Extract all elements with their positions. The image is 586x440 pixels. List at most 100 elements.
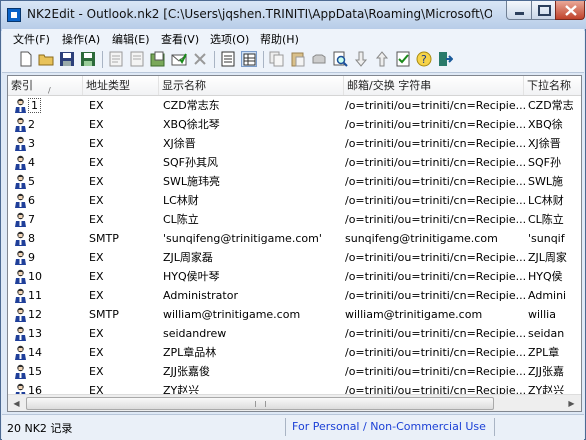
column-header-dropdown[interactable]: 下拉名称: [524, 76, 581, 95]
column-header-label: 下拉名称: [527, 79, 571, 92]
table-row[interactable]: 6 EX LC林财/o=triniti/ou=triniti/cn=Recipie.…: [8, 191, 581, 210]
minimize-button[interactable]: [506, 1, 532, 20]
move-up-icon[interactable]: [374, 51, 390, 67]
scroll-right-icon[interactable]: ▶: [564, 396, 579, 411]
table-row[interactable]: 11 EX Administrator/o=triniti/ou=triniti/c…: [8, 286, 581, 305]
cell-index: 2: [28, 118, 35, 131]
cell-display-name: CZD常志东: [163, 99, 220, 112]
cell-index: 13: [28, 327, 42, 340]
move-down-icon[interactable]: [353, 51, 369, 67]
check-mail-icon[interactable]: [171, 51, 187, 67]
records-list[interactable]: 索引 / 地址类型 显示名称 邮箱/交换 字符串 下拉名称 1 EX CZD常志东 /…: [7, 75, 582, 412]
save-as-icon[interactable]: [80, 51, 96, 67]
save-icon[interactable]: [59, 51, 75, 67]
cell-index: 14: [28, 346, 42, 359]
column-header-label: 地址类型: [86, 79, 130, 92]
cell-email: sunqifeng@trinitigame.com: [345, 232, 498, 245]
table-row[interactable]: 15 EX ZJJ张嘉俊/o=triniti/ou=triniti/cn=Recip…: [8, 362, 581, 381]
cell-dropdown-name: SWL施: [528, 175, 563, 188]
column-header-name[interactable]: 显示名称: [159, 76, 344, 95]
table-row[interactable]: 12 SMTP william@trinitigame.com william@tri…: [8, 305, 581, 324]
menu-file[interactable]: 文件(F): [13, 31, 50, 47]
cell-address-type: EX: [89, 175, 104, 188]
cell-dropdown-name: willia: [528, 308, 556, 321]
column-header-email[interactable]: 邮箱/交换 字符串: [344, 76, 524, 95]
properties-check-icon[interactable]: [395, 51, 411, 67]
cell-address-type: EX: [89, 194, 104, 207]
cell-index: 15: [28, 365, 42, 378]
menu-actions[interactable]: 操作(A): [62, 31, 100, 47]
toolbar-separator: [214, 51, 215, 68]
edit-icon[interactable]: [129, 51, 145, 67]
cell-address-type: EX: [89, 99, 104, 112]
properties-icon[interactable]: [108, 51, 124, 67]
menu-help[interactable]: 帮助(H): [260, 31, 299, 47]
cell-address-type: EX: [89, 251, 104, 264]
toolbar-separator: [102, 51, 103, 68]
contact-icon: [15, 193, 26, 208]
contact-icon: [15, 269, 26, 284]
table-row[interactable]: 14 EX ZPL章品林/o=triniti/ou=triniti/cn=Recip…: [8, 343, 581, 362]
text-view-icon[interactable]: [220, 51, 236, 67]
cell-address-type: EX: [89, 118, 104, 131]
paste-icon[interactable]: [290, 51, 306, 67]
contact-icon: [15, 117, 26, 132]
delete-icon[interactable]: [192, 51, 208, 67]
close-button[interactable]: [555, 1, 585, 20]
cell-index: 4: [28, 156, 35, 169]
table-row[interactable]: 2 EX XBQ徐北琴/o=triniti/ou=triniti/cn=Recipi…: [8, 115, 581, 134]
title-bar[interactable]: NK2Edit - Outlook.nk2 [C:\Users\jqshen.T…: [1, 1, 586, 29]
close-icon: [565, 5, 577, 16]
cell-dropdown-name: 'sunqif: [528, 232, 565, 245]
table-row[interactable]: 9 EX ZJL周家磊/o=triniti/ou=triniti/cn=Recipi…: [8, 248, 581, 267]
table-row[interactable]: 13 EX seidandrew/o=triniti/ou=triniti/cn=R…: [8, 324, 581, 343]
record-count: 20 NK2 记录: [7, 422, 73, 435]
menu-edit[interactable]: 编辑(E): [112, 31, 150, 47]
cell-index: 7: [28, 213, 35, 226]
search-icon[interactable]: [332, 51, 348, 67]
table-row[interactable]: 4 EX SQF孙其风/o=triniti/ou=triniti/cn=Recipi…: [8, 153, 581, 172]
minimize-icon: [515, 12, 524, 15]
column-header-type[interactable]: 地址类型: [83, 76, 159, 95]
table-row[interactable]: 3 EX XJ徐晋/o=triniti/ou=triniti/cn=Recipie.…: [8, 134, 581, 153]
scrollbar-thumb[interactable]: [26, 397, 494, 410]
cell-index: 9: [28, 251, 35, 264]
cell-display-name: 'sunqifeng@trinitigame.com': [163, 232, 322, 245]
horizontal-scrollbar[interactable]: ◀ ▶: [8, 394, 581, 411]
menu-bar: 文件(F) 操作(A) 编辑(E) 查看(V) 选项(O) 帮助(H): [2, 29, 584, 48]
table-row[interactable]: 10 EX HYQ侯叶琴/o=triniti/ou=triniti/cn=Recip…: [8, 267, 581, 286]
app-window: NK2Edit - Outlook.nk2 [C:\Users\jqshen.T…: [0, 0, 586, 440]
cell-email: /o=triniti/ou=triniti/cn=Recipie...: [345, 289, 525, 302]
maximize-button[interactable]: [531, 1, 556, 20]
contact-icon: [15, 326, 26, 341]
exit-icon[interactable]: [437, 51, 453, 67]
table-row[interactable]: 7 EX CL陈立/o=triniti/ou=triniti/cn=Recipie.…: [8, 210, 581, 229]
grid-view-icon[interactable]: [241, 51, 257, 67]
cell-address-type: SMTP: [89, 232, 119, 245]
settings-icon[interactable]: [311, 51, 327, 67]
column-header-index[interactable]: 索引 /: [8, 76, 83, 95]
table-row[interactable]: 1 EX CZD常志东/o=triniti/ou=triniti/cn=Recipi…: [8, 96, 581, 115]
help-icon[interactable]: ?: [416, 51, 432, 67]
cell-display-name: LC林财: [163, 194, 199, 207]
cell-email: /o=triniti/ou=triniti/cn=Recipie...: [345, 346, 525, 359]
contact-icon: [15, 98, 26, 113]
table-row[interactable]: 5 EX SWL施玮亮/o=triniti/ou=triniti/cn=Recipi…: [8, 172, 581, 191]
cell-address-type: EX: [89, 289, 104, 302]
add-icon[interactable]: [150, 51, 166, 67]
new-file-icon[interactable]: [18, 51, 34, 67]
toolbar-separator: [263, 51, 264, 68]
cell-email: /o=triniti/ou=triniti/cn=Recipie...: [345, 194, 525, 207]
copy-icon[interactable]: [269, 51, 285, 67]
cell-address-type: EX: [89, 365, 104, 378]
cell-address-type: EX: [89, 156, 104, 169]
cell-index: 5: [28, 175, 35, 188]
cell-email: /o=triniti/ou=triniti/cn=Recipie...: [345, 137, 525, 150]
cell-index: 11: [28, 289, 42, 302]
menu-view[interactable]: 查看(V): [161, 31, 199, 47]
open-folder-icon[interactable]: [38, 51, 54, 67]
scroll-left-icon[interactable]: ◀: [9, 396, 24, 411]
menu-options[interactable]: 选项(O): [210, 31, 249, 47]
table-row[interactable]: 8 SMTP 'sunqifeng@trinitigame.com' sunqifen…: [8, 229, 581, 248]
column-header-label: 显示名称: [162, 79, 206, 92]
